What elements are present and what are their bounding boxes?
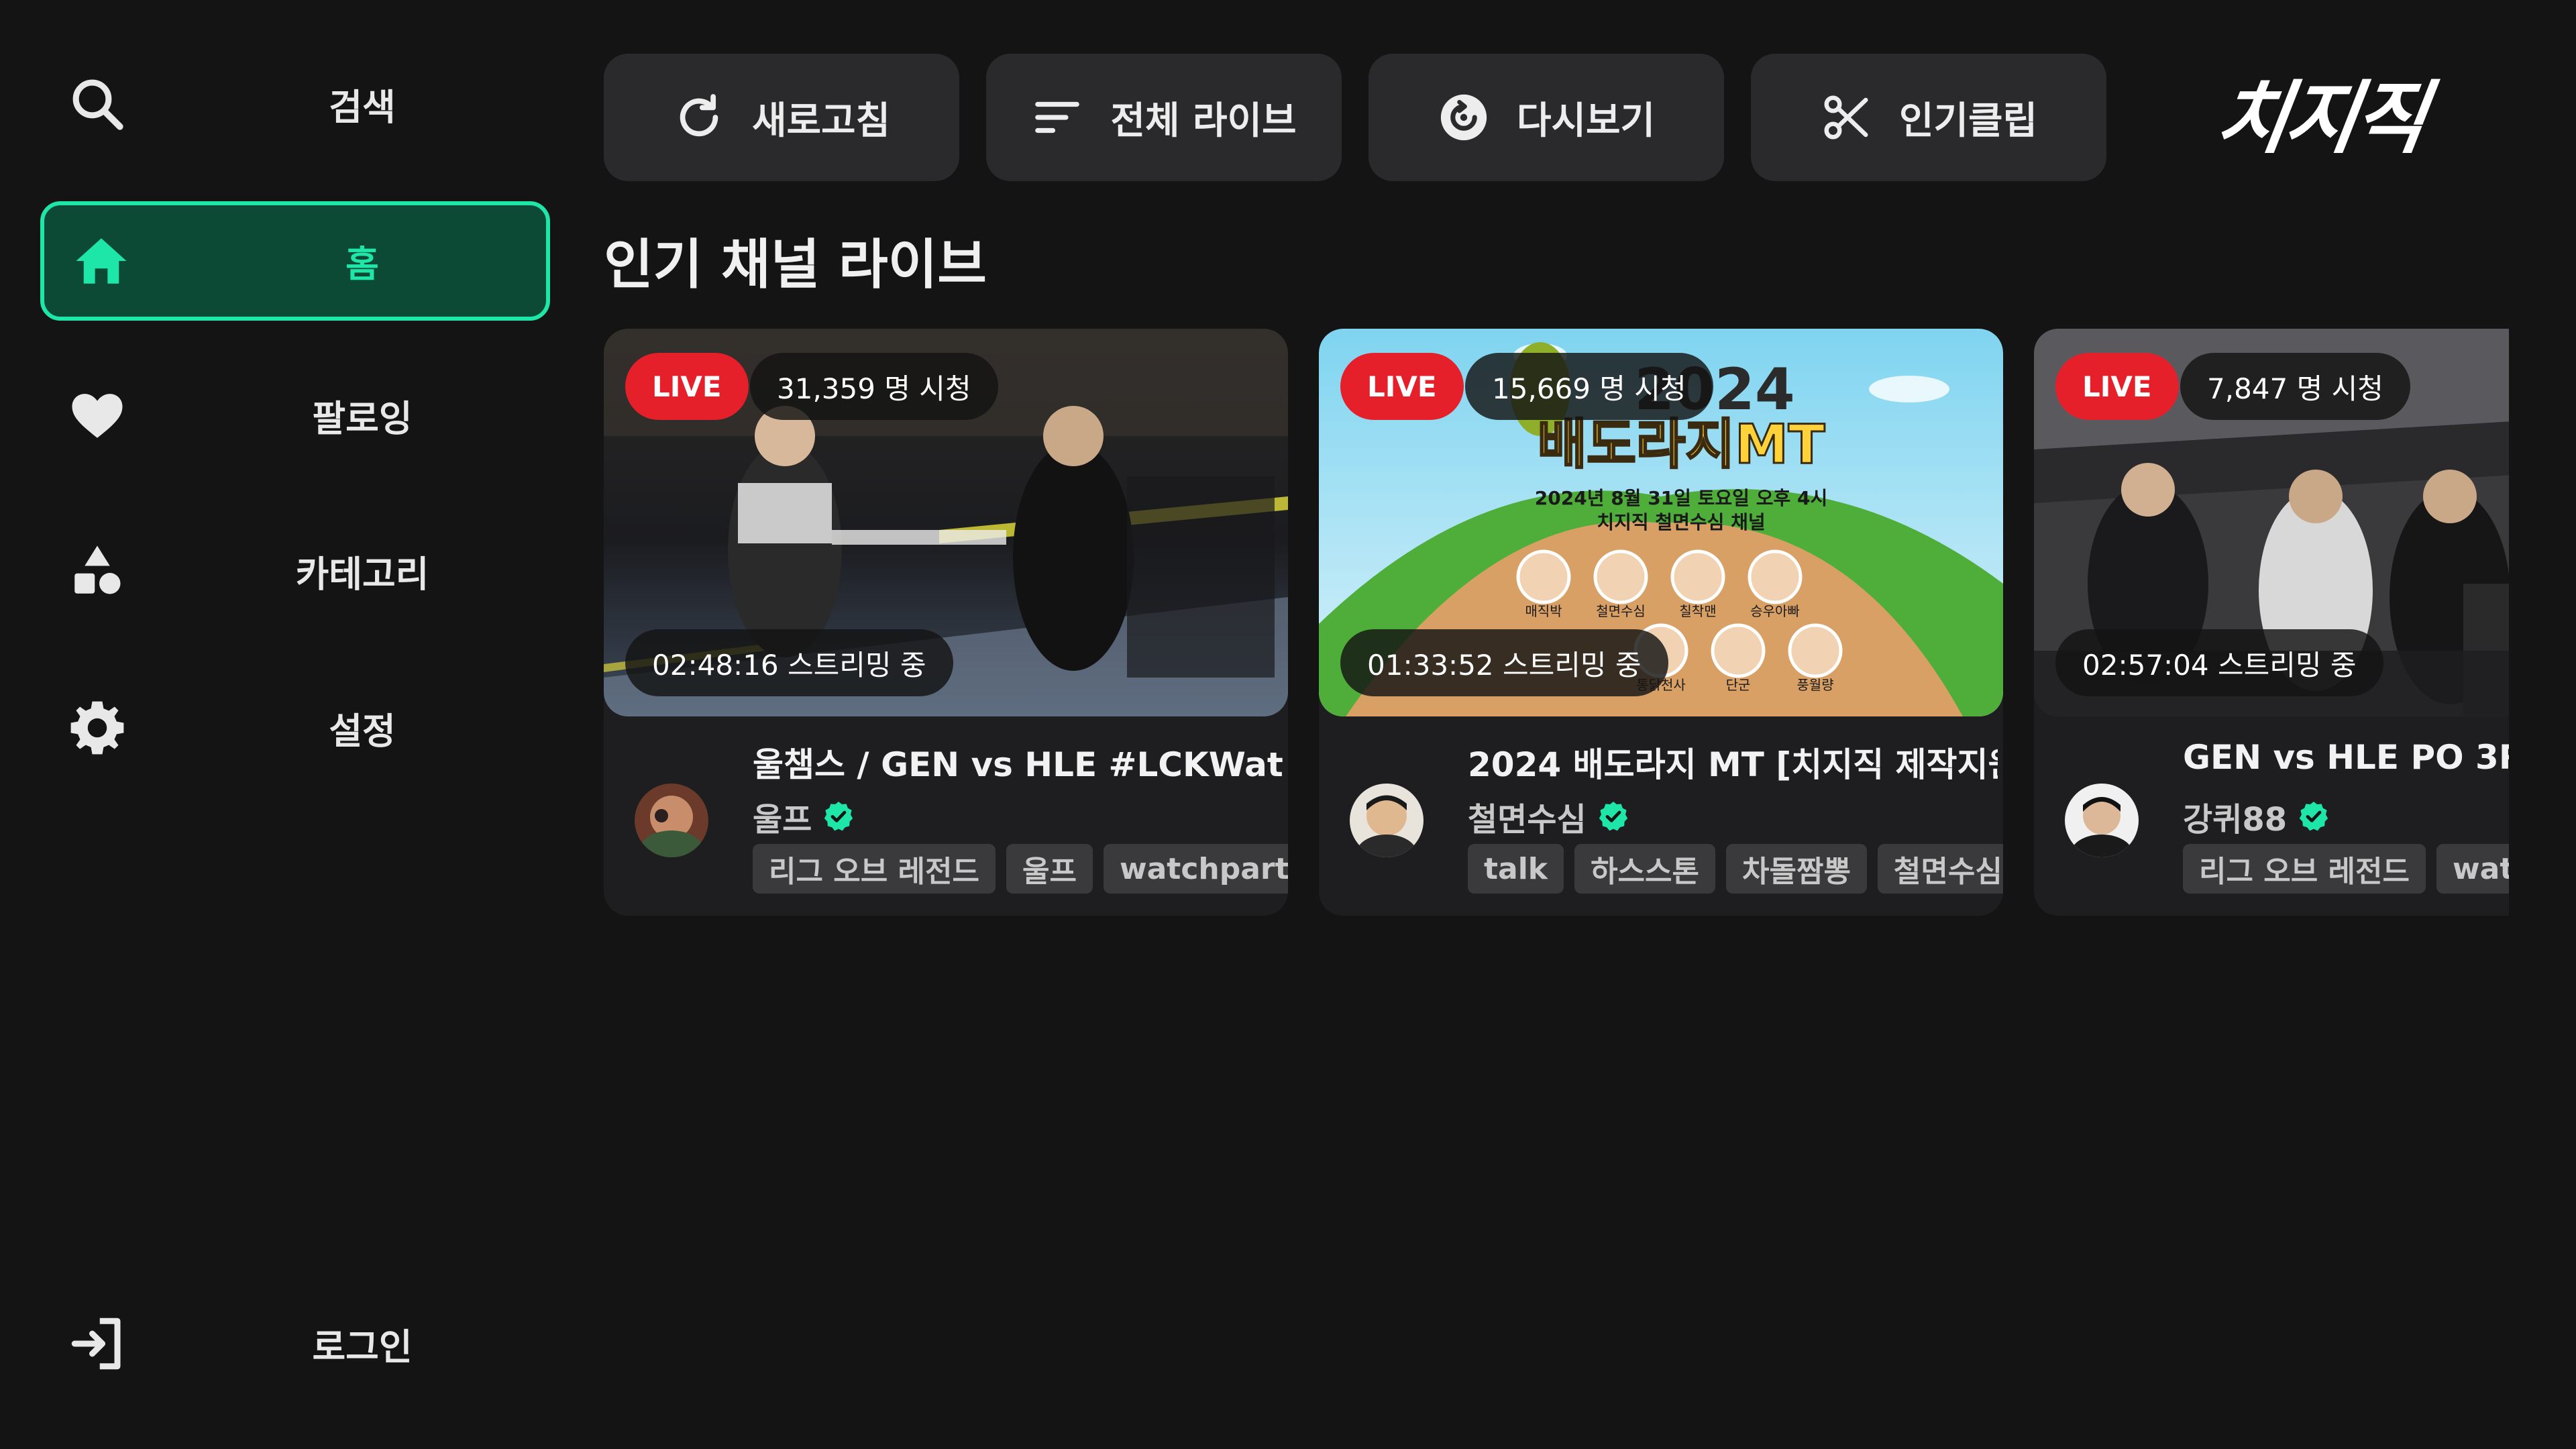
sidebar-item-label: 로그인 xyxy=(312,1326,413,1368)
sidebar-item-label: 홈 xyxy=(345,243,379,286)
refresh-button[interactable]: 새로고침 xyxy=(604,54,959,181)
popular-clips-label: 인기클립 xyxy=(1898,99,2038,143)
uptime-badge: 01:33:52 스트리밍 중 xyxy=(1340,629,1668,696)
tag[interactable]: 리그 오브 레전드 xyxy=(2183,844,2426,894)
uptime-badge: 02:48:16 스트리밍 중 xyxy=(625,629,953,696)
viewer-count-badge: 15,669 명 시청 xyxy=(1465,353,1713,420)
channel-name-row[interactable]: 울프 xyxy=(753,793,855,840)
stream-thumbnail[interactable]: LIVE 31,359 명 시청 02:48:16 스트리밍 중 xyxy=(604,329,1288,716)
scissors-icon xyxy=(1820,91,1872,144)
sidebar-item-label: 설정 xyxy=(329,710,396,753)
thumb-name: 승우아빠 xyxy=(1750,603,1800,619)
refresh-label: 새로고침 xyxy=(751,99,891,143)
channel-name-row[interactable]: 철면수심 xyxy=(1468,793,1629,840)
verified-icon xyxy=(2298,800,2330,833)
live-card[interactable]: LIVE 31,359 명 시청 02:48:16 스트리밍 중 울챔스 / G… xyxy=(604,329,1288,916)
popular-clips-button[interactable]: 인기클립 xyxy=(1751,54,2106,181)
thumb-name: 칠착맨 xyxy=(1679,603,1716,619)
sidebar-item-login[interactable]: 로그인 xyxy=(40,1284,550,1403)
tag-list: 리그 오브 레전드 watch xyxy=(2183,844,2509,894)
all-live-label: 전체 라이브 xyxy=(1110,99,1297,143)
thumb-name: 풍월량 xyxy=(1796,677,1833,693)
replay-label: 다시보기 xyxy=(1516,99,1656,143)
thumb-name: 매직박 xyxy=(1525,603,1562,619)
app-root: 검색 홈 팔로잉 카테고리 설정 로그인 새로고침 전체 라이브 다시보기 인기… xyxy=(0,0,2576,1449)
stream-title[interactable]: 2024 배도라지 MT [치지직 제작지원] xyxy=(1468,738,1998,786)
gear-icon xyxy=(67,698,127,758)
stream-title[interactable]: GEN vs HLE PO 3R #lc xyxy=(2183,738,2509,777)
sort-icon xyxy=(1031,91,1083,144)
home-icon xyxy=(71,231,131,291)
live-badge: LIVE xyxy=(1340,353,1464,420)
thumb-venue: 치지직 철면수심 채널 xyxy=(1597,511,1765,533)
replay-icon xyxy=(1438,91,1490,144)
live-card[interactable]: 2024 배도라지MT 2024년 8월 31일 토요일 오후 4시 치지직 철… xyxy=(1319,329,2003,916)
tag[interactable]: 울프 xyxy=(1006,844,1093,894)
tag[interactable]: watch xyxy=(2436,844,2509,894)
tag[interactable]: watchparty xyxy=(1103,844,1288,894)
tag[interactable]: talk xyxy=(1468,844,1564,894)
uptime-badge: 02:57:04 스트리밍 중 xyxy=(2055,629,2383,696)
tag-list: 리그 오브 레전드 울프 watchparty xyxy=(753,844,1288,894)
thumb-date: 2024년 8월 31일 토요일 오후 4시 xyxy=(1535,487,1827,509)
search-icon xyxy=(67,74,127,134)
viewer-count-badge: 7,847 명 시청 xyxy=(2180,353,2410,420)
sidebar-item-search[interactable]: 검색 xyxy=(40,44,550,164)
tag[interactable]: 리그 오브 레전드 xyxy=(753,844,996,894)
live-badge: LIVE xyxy=(2055,353,2179,420)
sidebar-item-category[interactable]: 카테고리 xyxy=(40,511,550,631)
channel-name: 강퀴88 xyxy=(2183,801,2288,839)
login-icon xyxy=(67,1313,127,1374)
channel-name: 울프 xyxy=(753,801,812,839)
channel-name: 철면수심 xyxy=(1468,801,1587,839)
live-card[interactable]: LIVE 7,847 명 시청 02:57:04 스트리밍 중 GEN vs H… xyxy=(2034,329,2509,916)
channel-name-row[interactable]: 강퀴88 xyxy=(2183,793,2330,840)
tag[interactable]: 차돌짬뽕 xyxy=(1726,844,1867,894)
verified-icon xyxy=(1597,800,1629,833)
live-card-row: LIVE 31,359 명 시청 02:48:16 스트리밍 중 울챔스 / G… xyxy=(604,329,2509,919)
thumb-name: 철면수심 xyxy=(1596,603,1646,619)
all-live-button[interactable]: 전체 라이브 xyxy=(986,54,1342,181)
tag[interactable]: 하스스톤 xyxy=(1574,844,1715,894)
category-icon xyxy=(67,541,127,601)
thumb-name: 단군 xyxy=(1726,677,1751,693)
verified-icon xyxy=(822,800,855,833)
stream-thumbnail[interactable]: 2024 배도라지MT 2024년 8월 31일 토요일 오후 4시 치지직 철… xyxy=(1319,329,2003,716)
sidebar-item-label: 팔로잉 xyxy=(312,397,413,440)
avatar[interactable] xyxy=(1350,784,1424,857)
tag[interactable]: 철면수심 xyxy=(1877,844,2003,894)
live-badge: LIVE xyxy=(625,353,749,420)
logo-text: 치지직 xyxy=(2210,71,2430,164)
sidebar-item-home[interactable]: 홈 xyxy=(40,201,550,321)
replay-button[interactable]: 다시보기 xyxy=(1368,54,1724,181)
chzzk-logo: 치지직 xyxy=(2187,64,2455,164)
sidebar: 검색 홈 팔로잉 카테고리 설정 로그인 xyxy=(0,0,577,1449)
tag-list: talk 하스스톤 차돌짬뽕 철면수심 xyxy=(1468,844,2003,894)
stream-thumbnail[interactable]: LIVE 7,847 명 시청 02:57:04 스트리밍 중 xyxy=(2034,329,2509,716)
heart-icon xyxy=(67,385,127,445)
sidebar-item-label: 검색 xyxy=(329,86,396,129)
avatar[interactable] xyxy=(635,784,708,857)
refresh-icon xyxy=(673,91,725,144)
section-title: 인기 채널 라이브 xyxy=(604,233,987,296)
avatar[interactable] xyxy=(2065,784,2139,857)
viewer-count-badge: 31,359 명 시청 xyxy=(750,353,998,420)
sidebar-item-following[interactable]: 팔로잉 xyxy=(40,356,550,475)
thumb-headline-2: 배도라지MT xyxy=(1538,413,1825,476)
stream-title[interactable]: 울챔스 / GEN vs HLE #LCKWatch... xyxy=(753,738,1283,786)
sidebar-item-settings[interactable]: 설정 xyxy=(40,668,550,788)
sidebar-item-label: 카테고리 xyxy=(295,553,429,596)
